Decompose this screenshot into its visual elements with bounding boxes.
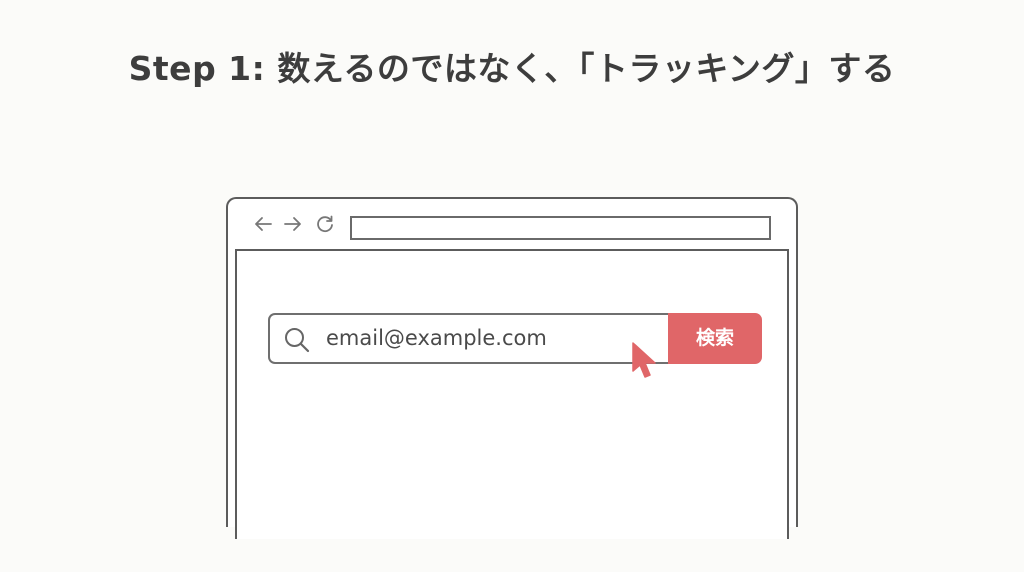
address-bar[interactable] [350, 216, 771, 240]
reload-icon [317, 215, 333, 233]
search-input[interactable]: email@example.com [268, 313, 668, 364]
arrow-left-icon [255, 217, 272, 231]
search-button[interactable]: 検索 [668, 313, 762, 364]
page-title: Step 1: 数えるのではなく、「トラッキング」する [128, 49, 896, 88]
back-button[interactable] [252, 213, 274, 235]
forward-button[interactable] [282, 213, 304, 235]
reload-button[interactable] [314, 213, 336, 235]
arrow-right-icon [284, 217, 301, 231]
search-input-value: email@example.com [326, 326, 547, 350]
search-icon [283, 326, 311, 354]
browser-viewport: email@example.com 検索 [235, 249, 789, 539]
browser-toolbar [228, 199, 796, 249]
browser-window: email@example.com 検索 [226, 197, 798, 539]
